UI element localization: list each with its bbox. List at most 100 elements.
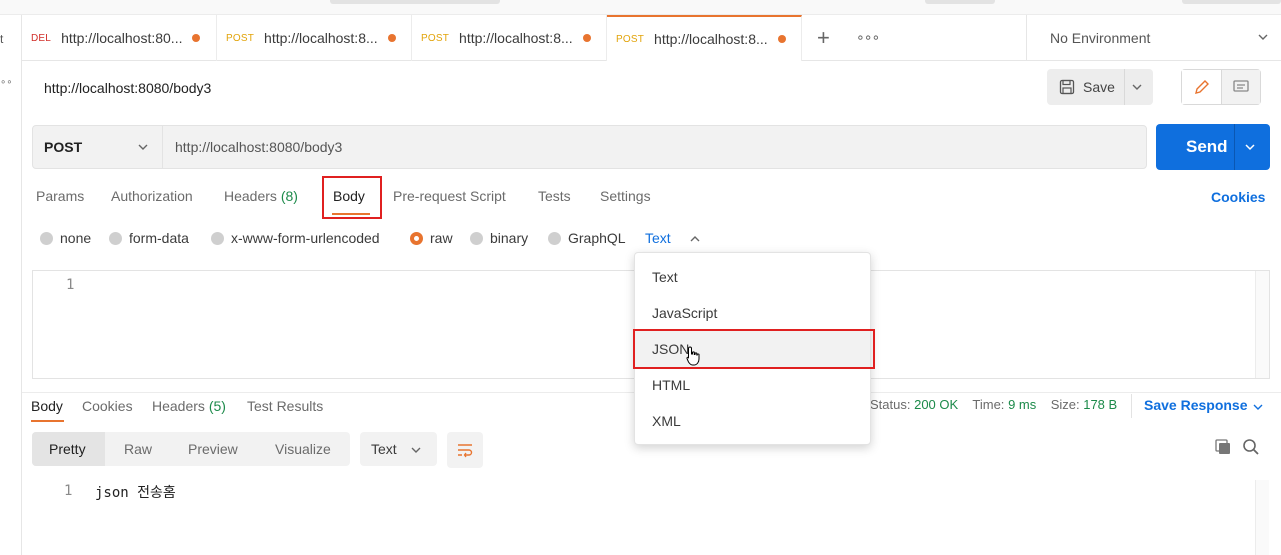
sidebar-dots-icon[interactable]: ∘∘ bbox=[0, 77, 13, 88]
body-tab-highlight-box bbox=[322, 176, 382, 219]
more-tabs-icon[interactable]: ∘∘∘ bbox=[856, 29, 880, 46]
tab-tests[interactable]: Tests bbox=[538, 188, 571, 204]
radio-raw[interactable]: raw bbox=[410, 230, 453, 246]
request-name[interactable]: http://localhost:8080/body3 bbox=[44, 80, 211, 96]
radio-binary-label: binary bbox=[490, 230, 529, 246]
response-status-line: Status: 200 OK Time: 9 ms Size: 178 B bbox=[870, 397, 1117, 412]
radio-binary[interactable]: binary bbox=[470, 230, 528, 246]
dropdown-item-html[interactable]: HTML bbox=[635, 367, 870, 403]
line-number: 1 bbox=[64, 483, 73, 499]
chevron-down-icon[interactable] bbox=[1244, 141, 1256, 153]
active-tab-underline bbox=[31, 420, 64, 422]
dropdown-item-text[interactable]: Text bbox=[635, 259, 870, 295]
tab-method: DEL bbox=[31, 32, 52, 44]
chevron-up-icon bbox=[690, 236, 700, 242]
tab-url: http://localhost:8... bbox=[654, 31, 768, 47]
tab-method: POST bbox=[226, 32, 255, 44]
left-sidebar: t ∘∘ bbox=[0, 15, 22, 555]
send-button[interactable]: Send bbox=[1156, 124, 1270, 170]
dropdown-item-xml[interactable]: XML bbox=[635, 403, 870, 439]
format-pretty[interactable]: Pretty bbox=[49, 441, 86, 457]
size-value[interactable]: 178 B bbox=[1083, 397, 1117, 412]
json-highlight-box bbox=[633, 329, 875, 369]
response-headers-count: (5) bbox=[208, 398, 226, 414]
response-type-label: Text bbox=[371, 441, 397, 457]
radio-circle bbox=[40, 231, 53, 245]
format-visualize[interactable]: Visualize bbox=[275, 441, 331, 457]
chevron-down-icon bbox=[138, 144, 148, 150]
raw-format-label: Text bbox=[645, 230, 671, 246]
wrap-lines-button[interactable] bbox=[447, 432, 483, 468]
radio-none-label: none bbox=[60, 230, 92, 246]
response-tab-body[interactable]: Body bbox=[31, 398, 63, 414]
request-tab[interactable]: POST http://localhost:8... bbox=[412, 15, 607, 61]
request-tab-active[interactable]: POST http://localhost:8... bbox=[607, 15, 802, 61]
response-content: json 전송홈 bbox=[95, 485, 176, 501]
top-chip bbox=[1182, 0, 1281, 4]
headers-count: (8) bbox=[280, 188, 298, 204]
save-label: Save bbox=[1083, 79, 1115, 95]
response-body: 1 json 전송홈 bbox=[22, 476, 1281, 555]
format-raw[interactable]: Raw bbox=[124, 441, 152, 457]
size-label: Size: bbox=[1050, 397, 1080, 412]
chevron-down-icon bbox=[1253, 404, 1263, 410]
response-tab-test-results[interactable]: Test Results bbox=[247, 398, 323, 414]
tab-params[interactable]: Params bbox=[36, 188, 84, 204]
format-preview[interactable]: Preview bbox=[188, 441, 238, 457]
view-toggle bbox=[1181, 69, 1261, 105]
radio-circle bbox=[109, 231, 122, 245]
chevron-down-icon[interactable] bbox=[1131, 81, 1143, 93]
url-input[interactable]: http://localhost:8080/body3 bbox=[175, 139, 342, 155]
radio-circle bbox=[470, 231, 483, 245]
search-icon[interactable] bbox=[1242, 438, 1260, 456]
cookies-link[interactable]: Cookies bbox=[1211, 189, 1265, 205]
tab-method: POST bbox=[421, 32, 450, 44]
radio-urlencoded[interactable]: x-www-form-urlencoded bbox=[211, 230, 380, 246]
response-type-select[interactable]: Text bbox=[360, 432, 437, 466]
method-label: POST bbox=[44, 139, 83, 155]
dropdown-item-javascript[interactable]: JavaScript bbox=[635, 295, 870, 331]
wrap-lines-icon bbox=[458, 444, 473, 458]
tab-headers[interactable]: Headers (8) bbox=[224, 188, 298, 204]
time-label: Time: bbox=[972, 397, 1005, 412]
edit-pencil-icon[interactable] bbox=[1182, 70, 1222, 104]
tab-prerequest-script[interactable]: Pre-request Script bbox=[393, 188, 506, 204]
radio-form-data-label: form-data bbox=[129, 230, 189, 246]
request-tab[interactable]: POST http://localhost:8... bbox=[217, 15, 412, 61]
environment-label: No Environment bbox=[1050, 30, 1151, 46]
tab-authorization[interactable]: Authorization bbox=[111, 188, 193, 204]
editor-scrollbar[interactable] bbox=[1255, 271, 1269, 378]
url-bar: POST http://localhost:8080/body3 bbox=[32, 125, 1147, 169]
tab-settings[interactable]: Settings bbox=[600, 188, 651, 204]
request-tabs: Params Authorization Headers (8) Body Pr… bbox=[22, 178, 1281, 216]
time-value[interactable]: 9 ms bbox=[1008, 397, 1036, 412]
method-select[interactable]: POST bbox=[33, 126, 163, 168]
response-scrollbar[interactable] bbox=[1255, 480, 1269, 555]
save-icon bbox=[1059, 79, 1075, 95]
environment-selector[interactable]: No Environment bbox=[1026, 15, 1281, 61]
raw-format-select[interactable]: Text bbox=[645, 230, 700, 246]
response-tab-cookies[interactable]: Cookies bbox=[82, 398, 133, 414]
save-button[interactable]: Save bbox=[1047, 69, 1153, 105]
radio-graphql[interactable]: GraphQL bbox=[548, 230, 626, 246]
comment-icon[interactable] bbox=[1222, 70, 1260, 104]
chevron-down-icon bbox=[411, 447, 421, 453]
hand-cursor-icon bbox=[686, 346, 700, 366]
divider bbox=[1131, 394, 1132, 418]
sidebar-text: t bbox=[0, 32, 4, 46]
tab-url: http://localhost:8... bbox=[459, 30, 573, 46]
status-value[interactable]: 200 OK bbox=[914, 397, 958, 412]
response-format-group: Pretty Raw Preview Visualize bbox=[32, 432, 350, 466]
radio-circle bbox=[211, 231, 224, 245]
radio-none[interactable]: none bbox=[40, 230, 91, 246]
response-tab-headers[interactable]: Headers (5) bbox=[152, 398, 226, 414]
divider bbox=[1124, 69, 1125, 105]
save-response-button[interactable]: Save Response bbox=[1144, 397, 1263, 413]
new-tab-plus-icon[interactable]: + bbox=[817, 25, 830, 51]
request-tab[interactable]: DEL http://localhost:80... bbox=[22, 15, 217, 61]
tab-url: http://localhost:80... bbox=[61, 30, 183, 46]
radio-circle bbox=[548, 231, 561, 245]
radio-form-data[interactable]: form-data bbox=[109, 230, 189, 246]
chevron-down-icon bbox=[1258, 34, 1268, 40]
copy-icon[interactable] bbox=[1214, 438, 1232, 456]
